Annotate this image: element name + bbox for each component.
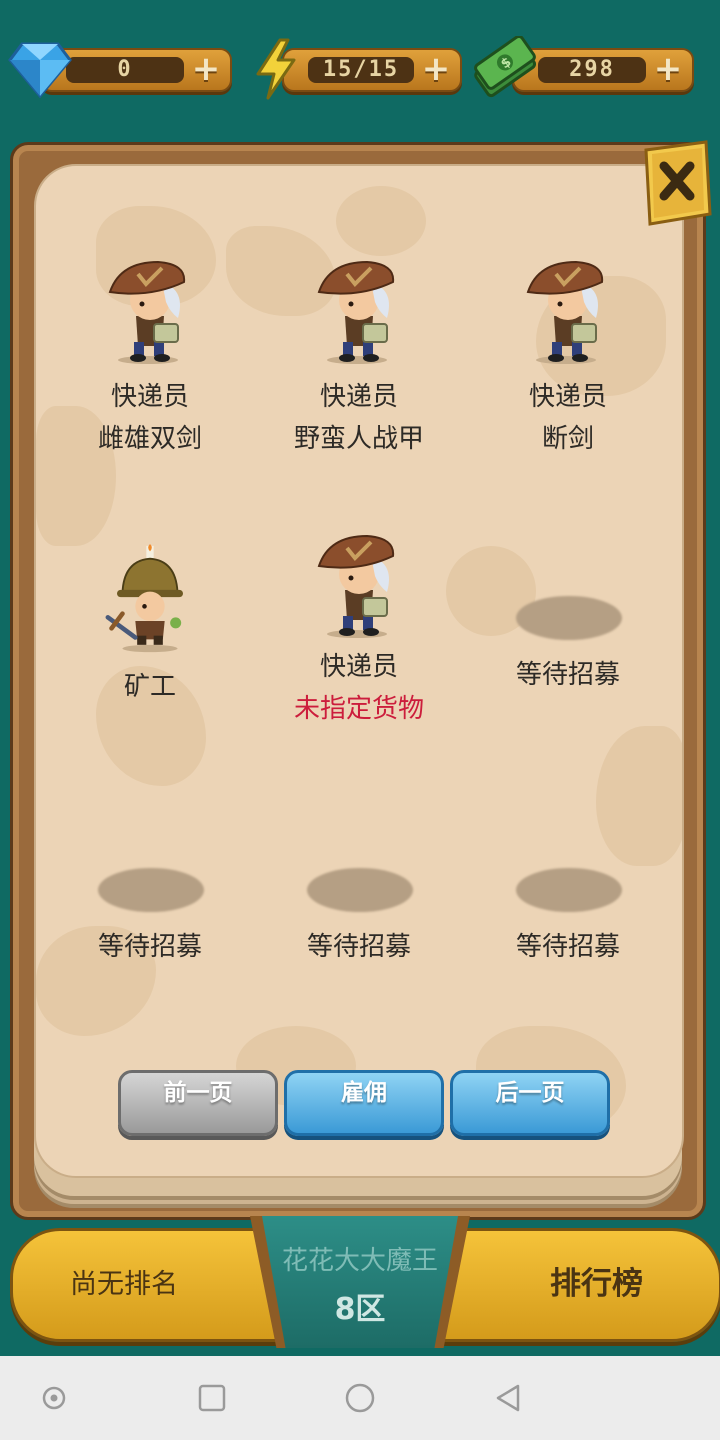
hire-button[interactable]: 雇佣	[284, 1070, 444, 1136]
energy-count: 15/15	[308, 57, 414, 83]
empty-slot-shadow	[516, 596, 622, 640]
resource-bar: 0 + 15/15 + 298 + $	[0, 36, 720, 106]
empty-slot-shadow	[516, 868, 622, 912]
leaderboard-button[interactable]: 排行榜	[550, 1258, 643, 1303]
close-button[interactable]	[640, 140, 712, 226]
courier-icon	[526, 260, 604, 364]
worker-name: 快递员	[528, 382, 607, 412]
next-page-button[interactable]: 后一页	[450, 1070, 610, 1136]
worker-slot-empty[interactable]: 等待招募	[468, 866, 668, 968]
empty-slot-shadow	[307, 868, 413, 912]
worker-slot-empty[interactable]: 等待招募	[50, 866, 250, 968]
add-cash-button[interactable]: +	[652, 52, 684, 86]
courier-icon	[108, 260, 186, 364]
rank-label: 尚无排名	[70, 1269, 178, 1300]
back-icon[interactable]	[490, 1380, 526, 1416]
worker-detail: 断剑	[541, 424, 594, 454]
assistant-icon[interactable]	[36, 1380, 72, 1416]
courier-icon	[317, 260, 395, 364]
player-name: 花花大大魔王	[281, 1246, 438, 1276]
worker-slot[interactable]: 矿工	[50, 540, 250, 708]
worker-slot[interactable]: 快递员 未指定货物	[259, 524, 459, 730]
recruit-pending-label: 等待招募	[515, 660, 620, 690]
gem-icon	[8, 42, 72, 98]
energy-icon	[256, 38, 296, 100]
cash-icon: $	[474, 36, 537, 98]
energy-counter: 15/15 +	[282, 48, 462, 92]
worker-name: 快递员	[319, 382, 398, 412]
add-gems-button[interactable]: +	[190, 52, 222, 86]
recruit-pending-label: 等待招募	[97, 932, 202, 962]
worker-slot[interactable]: 快递员 断剑	[468, 250, 668, 460]
courier-icon	[317, 534, 395, 638]
home-icon[interactable]	[342, 1380, 378, 1416]
system-nav-bar	[0, 1356, 720, 1440]
worker-slot-empty[interactable]: 等待招募	[259, 866, 459, 968]
worker-name: 矿工	[123, 672, 176, 702]
player-badge[interactable]	[262, 1216, 458, 1348]
miner-icon	[105, 544, 183, 653]
worker-warning: 未指定货物	[293, 694, 424, 724]
worker-slot-empty[interactable]: 等待招募	[468, 594, 668, 696]
worker-slot[interactable]: 快递员 雌雄双剑	[50, 250, 250, 460]
worker-detail: 雌雄双剑	[97, 424, 202, 454]
gem-count: 0	[66, 57, 184, 83]
recruit-pending-label: 等待招募	[306, 932, 411, 962]
worker-name: 快递员	[110, 382, 189, 412]
prev-page-button[interactable]: 前一页	[118, 1070, 278, 1136]
cash-count: 298	[538, 57, 646, 83]
recent-apps-icon[interactable]	[194, 1380, 230, 1416]
add-energy-button[interactable]: +	[420, 52, 452, 86]
worker-slot[interactable]: 快递员 野蛮人战甲	[259, 250, 459, 460]
worker-detail: 野蛮人战甲	[293, 424, 424, 454]
server-label: 8区	[334, 1292, 386, 1327]
worker-name: 快递员	[319, 652, 398, 682]
empty-slot-shadow	[98, 868, 204, 912]
recruit-pending-label: 等待招募	[515, 932, 620, 962]
